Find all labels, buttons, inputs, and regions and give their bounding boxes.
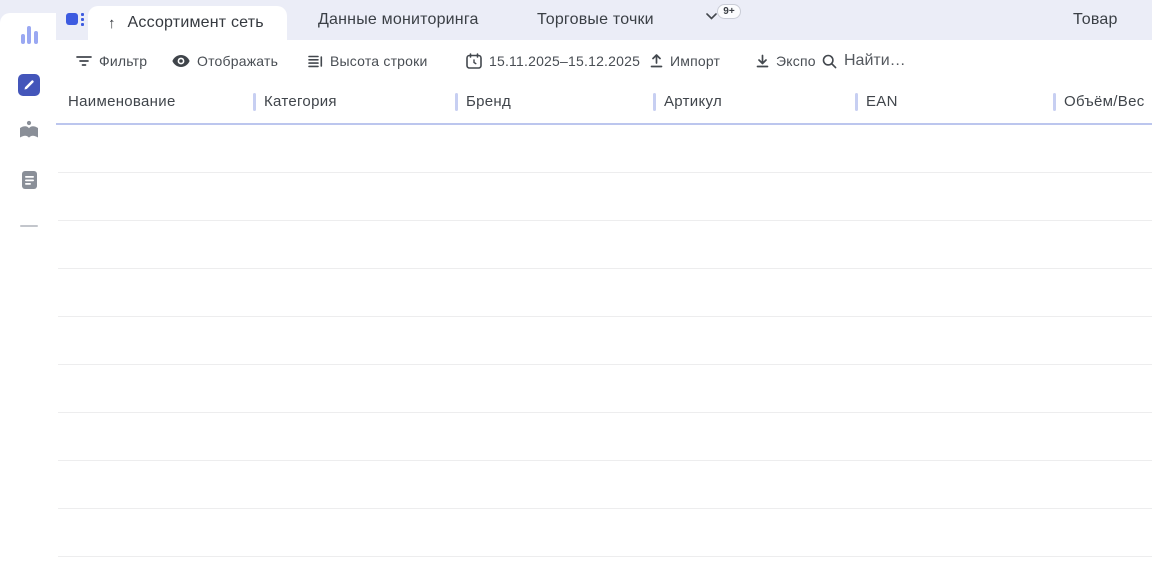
tabs-overflow-button[interactable]: 9+ <box>706 4 746 26</box>
download-icon <box>756 54 769 68</box>
table-row <box>58 461 1152 509</box>
column-label: Категория <box>264 93 337 110</box>
row-height-label: Высота строки <box>330 53 428 69</box>
tab-trade-points[interactable]: Торговые точки <box>537 0 654 40</box>
date-range-value: 15.11.2025–15.12.2025 <box>489 53 640 69</box>
chevron-down-icon <box>706 13 717 20</box>
column-header-sku[interactable]: Артикул <box>653 80 855 123</box>
toolbar: Фильтр Отображать Высота строки 15.11.20… <box>56 40 1152 82</box>
column-label: EAN <box>866 93 898 110</box>
bar-chart-icon <box>21 26 38 44</box>
tab-label: Товар <box>1073 11 1118 29</box>
row-height-button[interactable]: Высота строки <box>308 40 428 82</box>
filter-label: Фильтр <box>99 53 147 69</box>
sidebar-item-catalog[interactable] <box>17 118 41 142</box>
tab-product[interactable]: Товар <box>1073 0 1118 40</box>
clipboard-edit-icon <box>18 74 40 96</box>
search-icon <box>822 54 837 69</box>
display-label: Отображать <box>197 53 278 69</box>
import-label: Импорт <box>670 53 720 69</box>
sidebar-item-assortment[interactable] <box>17 73 41 97</box>
export-button[interactable]: Экспорт <box>756 40 816 82</box>
upload-icon <box>650 54 663 68</box>
tabs-overflow-badge: 9+ <box>717 4 741 19</box>
column-label: Артикул <box>664 93 722 110</box>
calendar-icon <box>466 53 482 69</box>
tab-label: Данные мониторинга <box>318 11 479 29</box>
table-row <box>58 125 1152 173</box>
tab-label: Торговые точки <box>537 11 654 29</box>
column-header-brand[interactable]: Бренд <box>455 80 653 123</box>
column-label: Наименование <box>68 93 176 110</box>
table-row <box>58 173 1152 221</box>
table-row <box>58 221 1152 269</box>
filter-button[interactable]: Фильтр <box>76 40 147 82</box>
sort-up-icon: ↑ <box>108 16 116 31</box>
date-range-button[interactable]: 15.11.2025–15.12.2025 <box>466 40 640 82</box>
column-separator <box>653 93 656 111</box>
column-header-name[interactable]: Наименование <box>56 80 253 123</box>
column-header-category[interactable]: Категория <box>253 80 455 123</box>
table-row <box>58 365 1152 413</box>
sidebar-item-analytics[interactable] <box>17 23 41 47</box>
tab-assortment-network[interactable]: ↑ Ассортимент сеть <box>88 6 287 40</box>
column-separator <box>855 93 858 111</box>
search-input[interactable] <box>844 52 934 70</box>
tab-bar: ↑ Ассортимент сеть Данные мониторинга То… <box>0 0 1152 40</box>
import-button[interactable]: Импорт <box>650 40 720 82</box>
display-columns-button[interactable]: Отображать <box>172 40 278 82</box>
table-row <box>58 269 1152 317</box>
column-label: Объём/Вес <box>1064 93 1145 110</box>
filter-icon <box>76 55 92 67</box>
table-header: Наименование Категория Бренд Артикул EAN… <box>56 80 1152 125</box>
table-row <box>58 509 1152 557</box>
apps-menu-icon[interactable] <box>66 13 86 26</box>
column-label: Бренд <box>466 93 511 110</box>
export-label: Экспорт <box>776 53 816 69</box>
table-body <box>58 125 1152 557</box>
tab-monitoring-data[interactable]: Данные мониторинга <box>318 0 479 40</box>
tab-label: Ассортимент сеть <box>128 14 264 32</box>
table-row <box>58 413 1152 461</box>
book-icon <box>18 120 40 141</box>
sidebar <box>0 13 56 566</box>
sidebar-divider <box>20 225 38 227</box>
eye-icon <box>172 55 190 67</box>
sidebar-item-documents[interactable] <box>17 168 41 192</box>
column-header-ean[interactable]: EAN <box>855 80 1053 123</box>
table-row <box>58 317 1152 365</box>
search-box[interactable] <box>822 40 934 82</box>
column-separator <box>1053 93 1056 111</box>
column-header-volume-weight[interactable]: Объём/Вес <box>1053 80 1152 123</box>
document-icon <box>21 170 38 190</box>
row-height-icon <box>308 55 323 68</box>
column-separator <box>455 93 458 111</box>
column-separator <box>253 93 256 111</box>
